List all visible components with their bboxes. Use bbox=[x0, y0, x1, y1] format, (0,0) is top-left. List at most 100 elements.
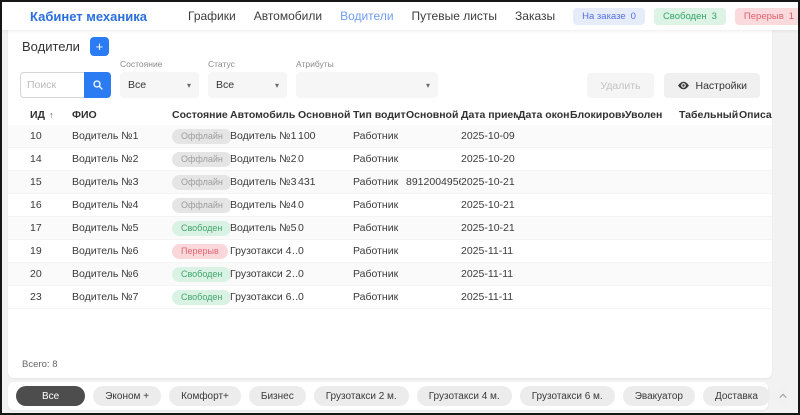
delete-button[interactable]: Удалить bbox=[587, 73, 654, 98]
cell-state: Свободен bbox=[172, 266, 230, 282]
column-header[interactable]: Основной те… bbox=[406, 109, 461, 121]
category-tab-9[interactable]: Доставка bbox=[702, 386, 770, 406]
main-nav: Графики Автомобили Водители Путевые листы За… bbox=[188, 9, 555, 23]
counter-value: 1 bbox=[788, 10, 795, 22]
status-badge: Оффлайн bbox=[172, 174, 230, 190]
cell-account: 431 bbox=[298, 176, 316, 188]
category-tab-3[interactable]: Комфорт+ bbox=[169, 386, 241, 406]
column-header[interactable]: ФИО bbox=[72, 109, 172, 121]
counter-badge-red: Перерыв 1 bbox=[734, 7, 798, 25]
counter-badge-green: Свободен 3 bbox=[653, 7, 726, 25]
table-row[interactable]: 23 Водитель №7 Свободен Грузотакси 6… 0 Работ… bbox=[8, 286, 772, 309]
table-row[interactable]: 17 Водитель №5 СвободенВодитель №5…0 Работн… bbox=[8, 217, 772, 240]
app-window: Кабинет механика Графики Автомобили Водите… bbox=[0, 0, 800, 415]
cell-type: Работник bbox=[353, 245, 399, 257]
column-header[interactable]: Тип водителя bbox=[353, 109, 406, 121]
cell-hired: 2025-10-21 bbox=[461, 222, 515, 234]
cell-id: 17 bbox=[30, 222, 42, 234]
cell-name: Водитель №7 bbox=[72, 291, 139, 303]
column-header[interactable]: Дата оконча… bbox=[518, 109, 570, 121]
nav-item-2[interactable]: Автомобили bbox=[254, 9, 322, 23]
filter-select[interactable]: Все ▾ bbox=[208, 72, 287, 98]
settings-button[interactable]: Настройки bbox=[663, 73, 760, 98]
cell-type: Работник bbox=[353, 268, 399, 280]
column-header[interactable]: Блокировка bbox=[570, 109, 625, 121]
topbar-right: На заказе0Свободен3Перерыв1 122345 ▾ bbox=[573, 7, 798, 26]
search-button[interactable] bbox=[84, 72, 111, 98]
nav-item-1[interactable]: Графики bbox=[188, 9, 236, 23]
eye-icon bbox=[677, 81, 689, 90]
cell-state: Оффлайн bbox=[172, 128, 230, 144]
add-driver-button[interactable]: + bbox=[89, 37, 109, 56]
nav-item-3[interactable]: Водители bbox=[340, 9, 393, 23]
table-row[interactable]: 16 Водитель №4 ОффлайнВодитель №4…0 Работни… bbox=[8, 194, 772, 217]
cell-name: Водитель №6 bbox=[72, 268, 139, 280]
cell-name: Водитель №6 bbox=[72, 245, 139, 257]
chevron-down-icon: ▾ bbox=[186, 80, 191, 90]
cell-vehicle: Грузотакси 2… bbox=[230, 268, 298, 280]
drivers-table: ИД↑ФИОСостояниеАвтомобильОсновной сч…Тип… bbox=[8, 105, 772, 309]
filter-select[interactable]: Все ▾ bbox=[120, 72, 199, 98]
table-row[interactable]: 15 Водитель №3 ОффлайнВодитель №3…431 Работ… bbox=[8, 171, 772, 194]
counter-badge-blue: На заказе 0 bbox=[573, 7, 645, 25]
nav-item-4[interactable]: Путевые листы bbox=[412, 9, 498, 23]
filter-value: Все bbox=[216, 79, 235, 91]
column-header[interactable]: Уволен bbox=[625, 109, 679, 121]
filter-2: Статус Все ▾ bbox=[208, 59, 287, 98]
cell-name: Водитель №5 bbox=[72, 222, 139, 234]
cell-state: Перерыв bbox=[172, 243, 230, 259]
cell-account: 0 bbox=[298, 222, 304, 234]
status-counters: На заказе 0 Свободен 3 Перерыв 1 bbox=[573, 7, 798, 25]
cell-type: Работник bbox=[353, 291, 399, 303]
cell-state: Свободен bbox=[172, 220, 230, 236]
cell-account: 100 bbox=[298, 130, 316, 142]
filters-toolbar: Состояние Все ▾ Статус Все ▾ Атрибуты ▾ Удалить… bbox=[8, 57, 772, 105]
table-header-row: ИД↑ФИОСостояниеАвтомобильОсновной сч…Тип… bbox=[8, 105, 772, 125]
cell-name: Водитель №4 bbox=[72, 199, 139, 211]
table-row[interactable]: 20 Водитель №6 Свободен Грузотакси 2… 0 Работ… bbox=[8, 263, 772, 286]
cell-id: 14 bbox=[30, 153, 42, 165]
column-header[interactable]: Основной сч… bbox=[298, 109, 353, 121]
cell-hired: 2025-10-20 bbox=[461, 153, 515, 165]
column-header[interactable]: Описание bbox=[739, 109, 772, 121]
category-tabbar: Все Эконом + Комфорт+ Бизнес Грузотакси 2 м.… bbox=[8, 382, 788, 410]
column-header[interactable]: Автомобиль bbox=[230, 109, 298, 121]
status-badge: Оффлайн bbox=[172, 197, 230, 213]
total-count: Всего: 8 bbox=[22, 359, 58, 370]
category-tab-5[interactable]: Грузотакси 2 м. bbox=[313, 386, 409, 406]
category-tab-4[interactable]: Бизнес bbox=[248, 386, 306, 406]
filter-1: Состояние Все ▾ bbox=[120, 59, 199, 98]
counter-label: Свободен bbox=[662, 10, 707, 22]
cell-name: Водитель №3 bbox=[72, 176, 139, 188]
nav-item-5[interactable]: Заказы bbox=[515, 9, 555, 23]
category-tab-2[interactable]: Эконом + bbox=[93, 386, 162, 406]
category-tab-6[interactable]: Грузотакси 4 м. bbox=[416, 386, 512, 406]
category-tab-1[interactable]: Все bbox=[16, 386, 86, 406]
column-header[interactable]: Состояние bbox=[172, 109, 230, 121]
category-tab-8[interactable]: Эвакуатор bbox=[622, 386, 695, 406]
column-header[interactable]: Табельный … bbox=[679, 109, 739, 121]
cell-vehicle: Водитель №4… bbox=[230, 199, 298, 211]
category-tab-7[interactable]: Грузотакси 6 м. bbox=[519, 386, 615, 406]
table-row[interactable]: 19 Водитель №6 Перерыв Грузотакси 4… 0 Работн… bbox=[8, 240, 772, 263]
status-badge: Свободен bbox=[172, 220, 230, 236]
search-input[interactable] bbox=[20, 72, 84, 98]
topbar: Кабинет механика Графики Автомобили Водите… bbox=[2, 2, 798, 30]
cell-state: Оффлайн bbox=[172, 174, 230, 190]
counter-label: На заказе bbox=[582, 10, 626, 22]
cell-type: Работник bbox=[353, 199, 399, 211]
cell-id: 16 bbox=[30, 199, 42, 211]
drivers-panel: Водители + СостояниеВсе▾СтатусВсе▾Атрибу… bbox=[8, 30, 772, 378]
column-header[interactable]: Дата прием… bbox=[461, 109, 518, 121]
filter-label: Состояние bbox=[120, 59, 163, 69]
collapse-button[interactable] bbox=[777, 386, 788, 406]
chevron-down-icon: ▾ bbox=[425, 80, 430, 90]
table-row[interactable]: 14 Водитель №2 ОффлайнВодитель №2…0 Работни… bbox=[8, 148, 772, 171]
filter-select[interactable]: ▾ bbox=[296, 72, 438, 98]
cell-hired: 2025-11-11 bbox=[461, 268, 514, 280]
counter-value: 3 bbox=[711, 10, 717, 22]
toolbar-actions: Удалить Настройки bbox=[587, 73, 760, 98]
table-row[interactable]: 10 Водитель №1 ОффлайнВодитель №1…100 Работ… bbox=[8, 125, 772, 148]
category-tabs: Все Эконом + Комфорт+ Бизнес Грузотакси 2 м.… bbox=[16, 386, 770, 406]
column-header[interactable]: ИД ↑ bbox=[30, 109, 72, 121]
